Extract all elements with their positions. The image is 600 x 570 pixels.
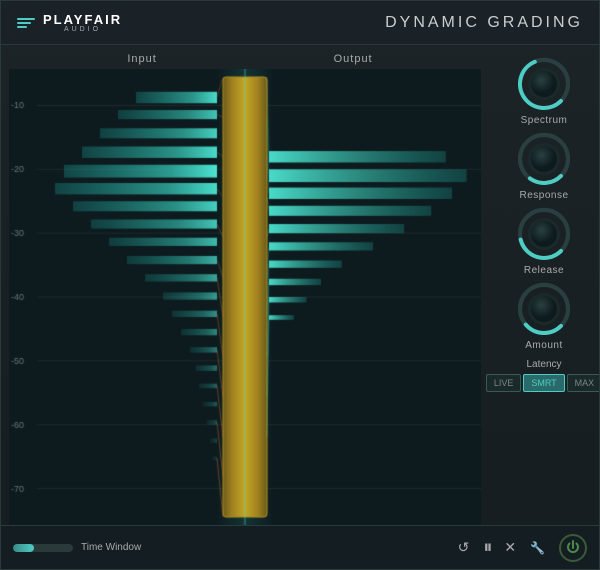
logo-area: PLAYFAIR AUDIO xyxy=(17,13,122,33)
slider-fill xyxy=(13,544,34,552)
latency-smrt-btn[interactable]: SMRT xyxy=(523,374,564,392)
latency-buttons: LIVE SMRT MAX xyxy=(486,374,599,392)
latency-max-btn[interactable]: MAX xyxy=(567,374,599,392)
tools-icon[interactable]: ✕ xyxy=(504,539,516,556)
knob-spectrum[interactable] xyxy=(515,55,573,113)
knob-response[interactable] xyxy=(515,130,573,188)
spectrum-label: Spectrum xyxy=(521,115,568,126)
response-label: Response xyxy=(519,190,568,201)
input-label: Input xyxy=(127,53,156,65)
power-icon xyxy=(565,540,581,556)
header: PLAYFAIR AUDIO DYNAMIC GRADING xyxy=(1,1,599,45)
latency-label: Latency xyxy=(526,359,561,370)
knob-release-svg xyxy=(515,205,573,263)
knob-group-response: Response xyxy=(497,130,591,201)
toolbar: Time Window ↺ ⏸ ✕ 🔧 xyxy=(1,525,599,569)
knob-amount[interactable] xyxy=(515,280,573,338)
output-label: Output xyxy=(334,53,373,65)
time-window-label: Time Window xyxy=(81,542,141,553)
power-button[interactable] xyxy=(559,534,587,562)
wrench-icon[interactable]: 🔧 xyxy=(530,541,545,555)
toolbar-icons: ↺ ⏸ ✕ 🔧 xyxy=(458,534,587,562)
latency-live-btn[interactable]: LIVE xyxy=(486,374,522,392)
viz-labels: Input Output xyxy=(9,53,481,69)
knob-spectrum-svg xyxy=(515,55,573,113)
knob-amount-svg xyxy=(515,280,573,338)
logo-audio: AUDIO xyxy=(43,26,122,33)
app-container: PLAYFAIR AUDIO DYNAMIC GRADING Input Out… xyxy=(0,0,600,570)
knob-group-release: Release xyxy=(497,205,591,276)
knob-group-amount: Amount xyxy=(497,280,591,351)
spectrum-canvas xyxy=(9,69,481,525)
amount-label: Amount xyxy=(525,340,562,351)
knob-release[interactable] xyxy=(515,205,573,263)
content-area: Input Output xyxy=(1,45,599,525)
header-title: DYNAMIC GRADING xyxy=(385,14,583,32)
knob-response-svg xyxy=(515,130,573,188)
pause-icon[interactable]: ⏸ xyxy=(483,537,490,558)
time-window-control[interactable] xyxy=(13,544,73,552)
logo-playfair: PLAYFAIR xyxy=(43,13,122,26)
logo-icon xyxy=(17,18,35,28)
time-window-slider-track[interactable] xyxy=(13,544,73,552)
release-label: Release xyxy=(524,265,564,276)
visualizer-panel: Input Output xyxy=(1,45,489,525)
latency-section: Latency LIVE SMRT MAX xyxy=(497,359,591,392)
reset-icon[interactable]: ↺ xyxy=(458,539,470,556)
knob-group-spectrum: Spectrum xyxy=(497,55,591,126)
viz-area xyxy=(9,69,481,525)
logo-text: PLAYFAIR AUDIO xyxy=(43,13,122,33)
right-panel: Spectrum Response xyxy=(489,45,599,525)
